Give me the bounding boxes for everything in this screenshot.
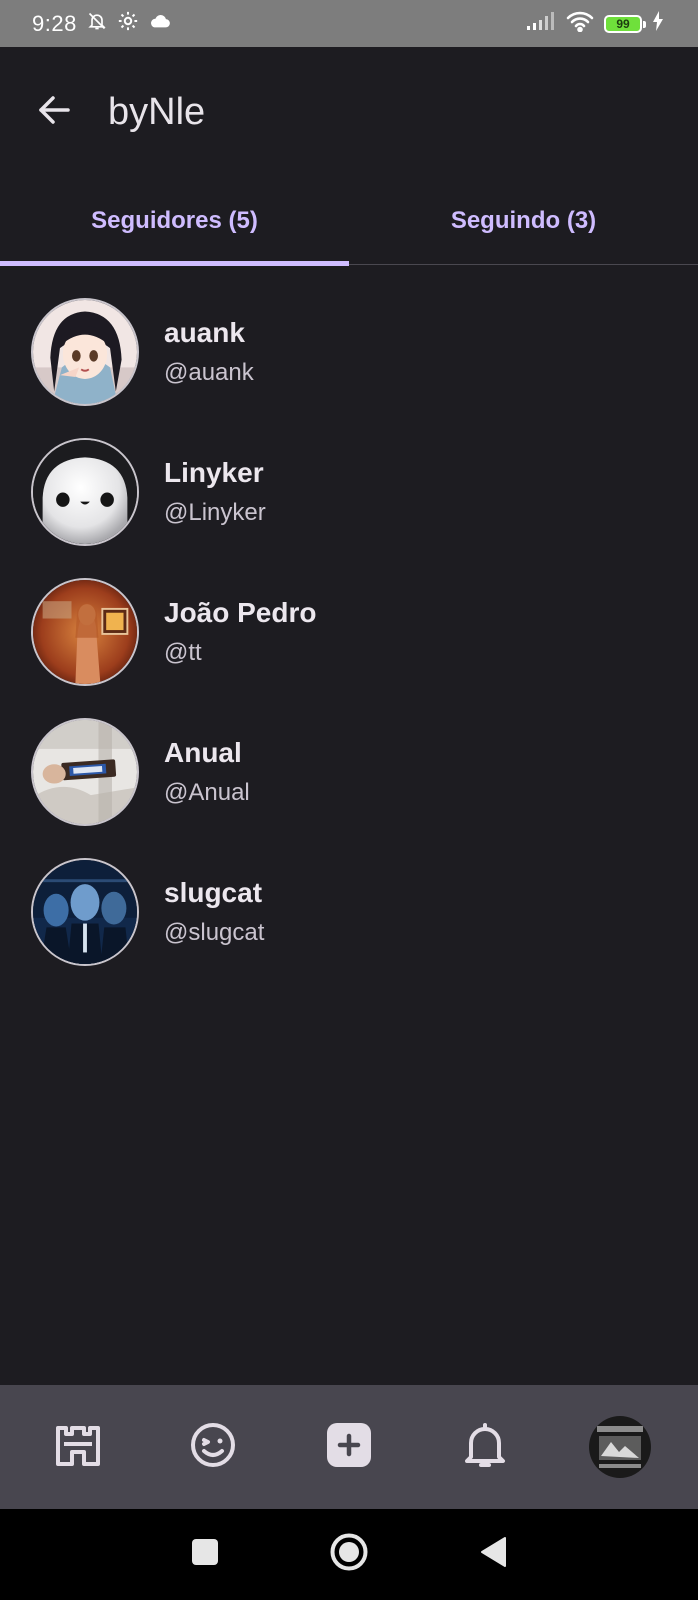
wifi-icon xyxy=(566,10,594,37)
list-item[interactable]: João Pedro @tt xyxy=(0,562,698,702)
page-title: byNle xyxy=(108,90,206,133)
home-icon[interactable] xyxy=(329,1532,369,1577)
bottom-nav xyxy=(0,1385,698,1509)
bell-off-icon xyxy=(87,11,107,36)
avatar[interactable] xyxy=(31,858,139,966)
cloud-icon xyxy=(149,13,171,34)
user-handle: @Linyker xyxy=(164,499,266,526)
status-left: 9:28 xyxy=(32,10,171,37)
user-text: Linyker @Linyker xyxy=(164,457,266,527)
user-text: slugcat @slugcat xyxy=(164,877,264,947)
back-button[interactable] xyxy=(27,85,81,139)
system-nav xyxy=(0,1509,698,1600)
avatar[interactable] xyxy=(31,438,139,546)
user-handle: @auank xyxy=(164,359,254,386)
status-right: 99 xyxy=(526,10,664,37)
user-name: Linyker xyxy=(164,457,264,488)
list-item[interactable]: Linyker @Linyker xyxy=(0,422,698,562)
nav-profile[interactable] xyxy=(580,1407,660,1487)
smiley-icon xyxy=(189,1421,237,1474)
settings-icon xyxy=(117,10,139,37)
tab-seguidores[interactable]: Seguidores (5) xyxy=(0,177,349,266)
nav-notifications[interactable] xyxy=(445,1407,525,1487)
user-name: Anual xyxy=(164,737,242,768)
user-handle: @tt xyxy=(164,639,202,666)
tab-seguindo[interactable]: Seguindo (3) xyxy=(349,177,698,265)
arrow-left-icon xyxy=(37,95,71,130)
follower-list: auank @auank Linyker @Linyker João Pedro… xyxy=(0,282,698,982)
back-icon[interactable] xyxy=(479,1536,507,1573)
battery-icon: 99 xyxy=(604,14,646,33)
recents-icon[interactable] xyxy=(191,1538,219,1571)
list-item[interactable]: auank @auank xyxy=(0,282,698,422)
avatar[interactable] xyxy=(31,298,139,406)
tab-bar: Seguidores (5) Seguindo (3) xyxy=(0,177,698,266)
castle-icon xyxy=(54,1424,102,1471)
user-name: João Pedro xyxy=(164,597,317,628)
add-post-icon xyxy=(326,1422,372,1473)
signal-icon xyxy=(526,11,556,36)
user-handle: @slugcat xyxy=(164,919,265,946)
user-name: slugcat xyxy=(164,877,263,908)
avatar[interactable] xyxy=(31,718,139,826)
nav-emoji[interactable] xyxy=(173,1407,253,1487)
user-name: auank xyxy=(164,317,245,348)
user-text: auank @auank xyxy=(164,317,254,387)
nav-add-post[interactable] xyxy=(309,1407,389,1487)
status-time: 9:28 xyxy=(32,10,77,36)
user-text: João Pedro @tt xyxy=(164,597,316,667)
user-text: Anual @Anual xyxy=(164,737,250,807)
profile-avatar xyxy=(589,1416,652,1478)
nav-home[interactable] xyxy=(38,1407,118,1487)
bell-icon xyxy=(463,1421,507,1474)
charging-icon xyxy=(652,11,664,36)
app-header: byNle xyxy=(0,47,698,177)
list-item[interactable]: slugcat @slugcat xyxy=(0,842,698,982)
avatar[interactable] xyxy=(31,578,139,686)
list-item[interactable]: Anual @Anual xyxy=(0,702,698,842)
user-handle: @Anual xyxy=(164,779,250,806)
status-bar: 9:28 99 xyxy=(0,0,698,47)
